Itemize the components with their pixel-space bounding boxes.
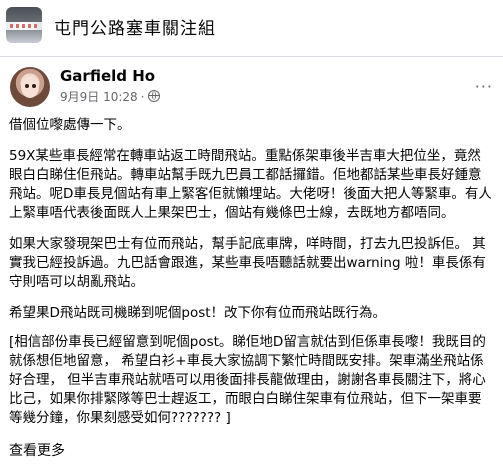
group-cover-thumbnail[interactable] (6, 7, 42, 43)
more-options-icon[interactable]: ··· (475, 77, 493, 96)
post-paragraph: 希望果D飛站既司機睇到呢個post！改下你有位而飛站既行為。 (9, 305, 387, 321)
post-paragraph: [相信部份車長已經留意到呢個post。睇佢地D留言就估到佢係車長嚟！我既目的就係… (9, 334, 486, 426)
post-body: 借個位嚟處傳一下。 59X某些車長經常在轉車站返工時間飛站。重點係架車後半吉車大… (9, 116, 493, 440)
see-more-link[interactable]: 查看更多 (9, 440, 65, 460)
post-author[interactable]: Garfield Ho (60, 67, 155, 85)
post-paragraph: 借個位嚟處傳一下。 (9, 117, 131, 133)
avatar[interactable] (10, 67, 50, 107)
post-paragraph: 59X某些車長經常在轉車站返工時間飛站。重點係架車後半吉車大把位坐，竟然眼白白睇… (9, 148, 492, 221)
group-title[interactable]: 屯門公路塞車關注組 (54, 14, 216, 39)
globe-icon (147, 90, 160, 102)
post: Garfield Ho 9月9日 10:28 · ··· 借個位嚟處傳一下。 59… (0, 57, 503, 472)
post-meta: 9月9日 10:28 · (60, 88, 160, 105)
meta-separator: · (140, 90, 145, 104)
group-header: 屯門公路塞車關注組 (0, 0, 503, 57)
post-date[interactable]: 9月9日 10:28 (60, 90, 138, 104)
post-paragraph: 如果大家發現架巴士有位而飛站，幫手記底車牌，咩時間，打去九巴投訴佢。 其實我已經… (9, 236, 486, 290)
